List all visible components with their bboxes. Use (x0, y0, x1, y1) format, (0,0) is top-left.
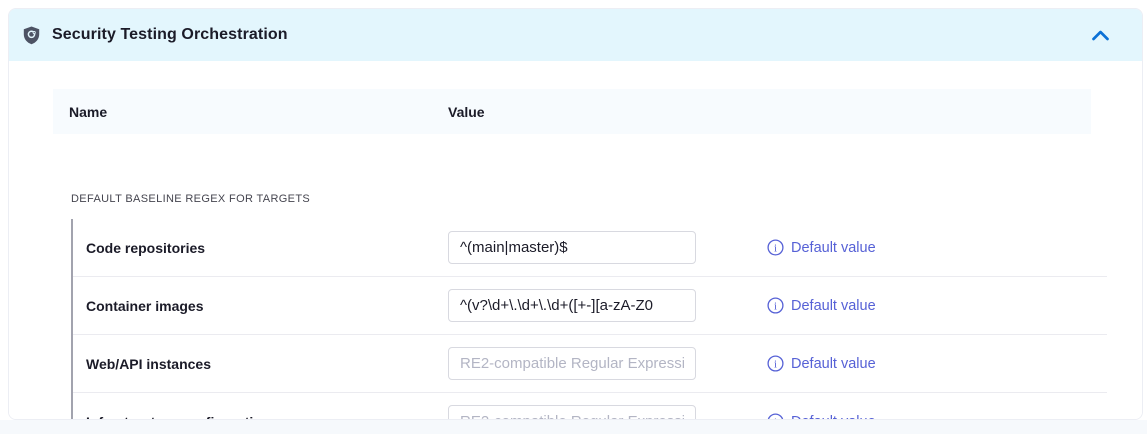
info-icon: i (767, 239, 784, 256)
table-row-web-api-instances: Web/API instances i Default value (73, 335, 1107, 393)
default-value-link[interactable]: i Default value (767, 297, 876, 314)
default-value-link[interactable]: i Default value (767, 239, 876, 256)
table-row-infrastructure-configurations: Infrastructure configurations i Default … (73, 393, 1107, 420)
section-heading: DEFAULT BASELINE REGEX FOR TARGETS (71, 193, 310, 205)
default-value-label: Default value (791, 356, 876, 372)
settings-card: Security Testing Orchestration Name Valu… (8, 8, 1143, 420)
column-header-value: Value (448, 104, 485, 120)
svg-text:i: i (774, 242, 777, 254)
chevron-up-icon[interactable] (1084, 19, 1116, 51)
default-value-label: Default value (791, 298, 876, 314)
accordion-title: Security Testing Orchestration (52, 26, 288, 44)
regex-input-container-images[interactable] (448, 289, 696, 322)
column-header-name: Name (53, 104, 448, 120)
regex-input-code-repositories[interactable] (448, 231, 696, 264)
regex-input-infrastructure-configurations[interactable] (448, 405, 696, 420)
table-header-row: Name Value (53, 89, 1091, 134)
table-row-code-repositories: Code repositories i Default value (73, 219, 1107, 277)
svg-text:i: i (774, 358, 777, 370)
accordion-header-security-testing-orchestration[interactable]: Security Testing Orchestration (9, 9, 1142, 61)
default-value-link[interactable]: i Default value (767, 413, 876, 420)
settings-group: Code repositories i Default value Contai… (71, 219, 1107, 420)
default-value-label: Default value (791, 240, 876, 256)
svg-text:i: i (774, 300, 777, 312)
info-icon: i (767, 413, 784, 420)
shield-icon (23, 26, 40, 45)
info-icon: i (767, 297, 784, 314)
page-background-strip (0, 420, 1147, 434)
default-value-link[interactable]: i Default value (767, 355, 876, 372)
regex-input-web-api-instances[interactable] (448, 347, 696, 380)
setting-name: Code repositories (73, 240, 448, 256)
accordion-body: Name Value DEFAULT BASELINE REGEX FOR TA… (9, 61, 1142, 420)
info-icon: i (767, 355, 784, 372)
setting-name: Web/API instances (73, 356, 448, 372)
table-row-container-images: Container images i Default value (73, 277, 1107, 335)
setting-name: Container images (73, 298, 448, 314)
